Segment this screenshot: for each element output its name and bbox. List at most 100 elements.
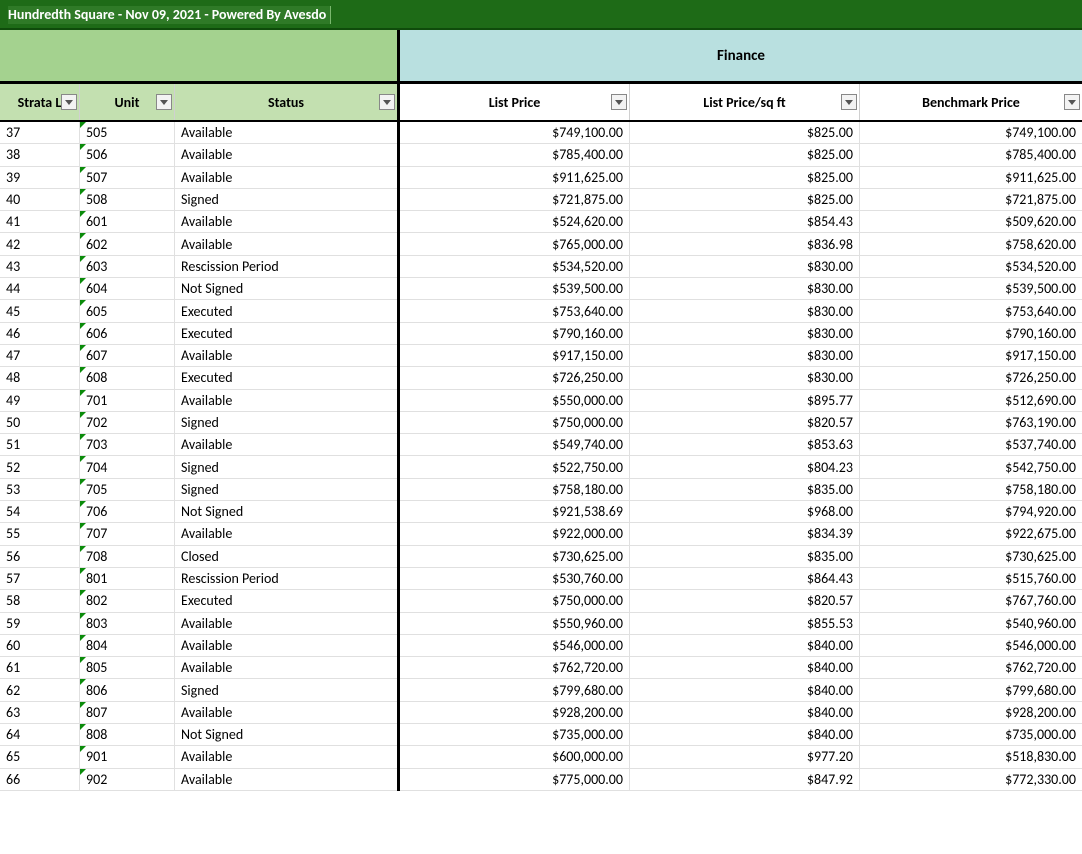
cell-list-price[interactable]: $749,100.00 [400, 122, 630, 144]
cell-strata[interactable]: 66 [0, 769, 80, 791]
cell-list-price[interactable]: $524,620.00 [400, 211, 630, 233]
cell-benchmark-price[interactable]: $799,680.00 [860, 679, 1082, 701]
cell-strata[interactable]: 47 [0, 345, 80, 367]
cell-list-price[interactable]: $775,000.00 [400, 769, 630, 791]
table-row[interactable]: $799,680.00$840.00$799,680.00 [400, 679, 1082, 701]
cell-benchmark-price[interactable]: $509,620.00 [860, 211, 1082, 233]
table-row[interactable]: $928,200.00$840.00$928,200.00 [400, 702, 1082, 724]
cell-benchmark-price[interactable]: $515,760.00 [860, 568, 1082, 590]
cell-status[interactable]: Available [175, 167, 397, 189]
table-row[interactable]: $726,250.00$830.00$726,250.00 [400, 367, 1082, 389]
cell-status[interactable]: Available [175, 122, 397, 144]
cell-unit[interactable]: 707 [80, 523, 175, 545]
cell-benchmark-price[interactable]: $758,620.00 [860, 233, 1082, 255]
cell-benchmark-price[interactable]: $794,920.00 [860, 501, 1082, 523]
cell-list-price-sqft[interactable]: $977.20 [630, 746, 860, 768]
cell-list-price-sqft[interactable]: $830.00 [630, 367, 860, 389]
cell-list-price-sqft[interactable]: $847.92 [630, 769, 860, 791]
cell-benchmark-price[interactable]: $749,100.00 [860, 122, 1082, 144]
table-row[interactable]: 52704Signed [0, 456, 397, 478]
table-row[interactable]: $730,625.00$835.00$730,625.00 [400, 546, 1082, 568]
table-row[interactable]: $775,000.00$847.92$772,330.00 [400, 769, 1082, 791]
filter-button-status[interactable] [379, 94, 395, 110]
table-row[interactable]: 41601Available [0, 211, 397, 233]
table-row[interactable]: 37505Available [0, 122, 397, 144]
cell-list-price[interactable]: $721,875.00 [400, 189, 630, 211]
table-row[interactable]: $539,500.00$830.00$539,500.00 [400, 278, 1082, 300]
cell-benchmark-price[interactable]: $512,690.00 [860, 390, 1082, 412]
cell-list-price-sqft[interactable]: $840.00 [630, 702, 860, 724]
cell-strata[interactable]: 40 [0, 189, 80, 211]
cell-unit[interactable]: 507 [80, 167, 175, 189]
cell-strata[interactable]: 48 [0, 367, 80, 389]
table-row[interactable]: 64808Not Signed [0, 724, 397, 746]
cell-unit[interactable]: 601 [80, 211, 175, 233]
cell-list-price-sqft[interactable]: $840.00 [630, 679, 860, 701]
cell-list-price-sqft[interactable]: $825.00 [630, 167, 860, 189]
cell-list-price[interactable]: $549,740.00 [400, 434, 630, 456]
cell-benchmark-price[interactable]: $534,520.00 [860, 256, 1082, 278]
cell-unit[interactable]: 607 [80, 345, 175, 367]
cell-status[interactable]: Available [175, 702, 397, 724]
table-row[interactable]: 55707Available [0, 523, 397, 545]
table-row[interactable]: 39507Available [0, 167, 397, 189]
cell-list-price[interactable]: $921,538.69 [400, 501, 630, 523]
cell-strata[interactable]: 46 [0, 323, 80, 345]
cell-benchmark-price[interactable]: $767,760.00 [860, 590, 1082, 612]
table-row[interactable]: 48608Executed [0, 367, 397, 389]
cell-list-price[interactable]: $750,000.00 [400, 590, 630, 612]
cell-list-price[interactable]: $522,750.00 [400, 456, 630, 478]
cell-unit[interactable]: 604 [80, 278, 175, 300]
table-row[interactable]: $917,150.00$830.00$917,150.00 [400, 345, 1082, 367]
cell-benchmark-price[interactable]: $928,200.00 [860, 702, 1082, 724]
cell-benchmark-price[interactable]: $922,675.00 [860, 523, 1082, 545]
filter-button-strata[interactable] [61, 94, 77, 110]
cell-list-price[interactable]: $917,150.00 [400, 345, 630, 367]
cell-list-price[interactable]: $530,760.00 [400, 568, 630, 590]
table-row[interactable]: $750,000.00$820.57$763,190.00 [400, 412, 1082, 434]
cell-unit[interactable]: 705 [80, 479, 175, 501]
cell-strata[interactable]: 41 [0, 211, 80, 233]
cell-list-price[interactable]: $600,000.00 [400, 746, 630, 768]
cell-list-price-sqft[interactable]: $854.43 [630, 211, 860, 233]
table-row[interactable]: 58802Executed [0, 590, 397, 612]
cell-status[interactable]: Not Signed [175, 278, 397, 300]
cell-unit[interactable]: 508 [80, 189, 175, 211]
cell-status[interactable]: Available [175, 345, 397, 367]
filter-button-list-price-sqft[interactable] [841, 94, 857, 110]
table-row[interactable]: $549,740.00$853.63$537,740.00 [400, 434, 1082, 456]
cell-list-price-sqft[interactable]: $820.57 [630, 590, 860, 612]
table-row[interactable]: $749,100.00$825.00$749,100.00 [400, 122, 1082, 144]
table-row[interactable]: 66902Available [0, 769, 397, 791]
cell-list-price[interactable]: $726,250.00 [400, 367, 630, 389]
cell-list-price-sqft[interactable]: $840.00 [630, 657, 860, 679]
cell-strata[interactable]: 39 [0, 167, 80, 189]
cell-strata[interactable]: 63 [0, 702, 80, 724]
cell-unit[interactable]: 802 [80, 590, 175, 612]
cell-list-price-sqft[interactable]: $835.00 [630, 479, 860, 501]
cell-benchmark-price[interactable]: $790,160.00 [860, 323, 1082, 345]
cell-strata[interactable]: 49 [0, 390, 80, 412]
cell-list-price[interactable]: $534,520.00 [400, 256, 630, 278]
cell-list-price[interactable]: $785,400.00 [400, 144, 630, 166]
table-row[interactable]: 61805Available [0, 657, 397, 679]
cell-strata[interactable]: 59 [0, 613, 80, 635]
cell-list-price-sqft[interactable]: $820.57 [630, 412, 860, 434]
cell-unit[interactable]: 505 [80, 122, 175, 144]
cell-list-price[interactable]: $765,000.00 [400, 233, 630, 255]
cell-status[interactable]: Available [175, 613, 397, 635]
cell-list-price-sqft[interactable]: $825.00 [630, 122, 860, 144]
cell-strata[interactable]: 62 [0, 679, 80, 701]
cell-list-price-sqft[interactable]: $853.63 [630, 434, 860, 456]
cell-strata[interactable]: 60 [0, 635, 80, 657]
table-row[interactable]: 49701Available [0, 390, 397, 412]
table-row[interactable]: $534,520.00$830.00$534,520.00 [400, 256, 1082, 278]
table-row[interactable]: $921,538.69$968.00$794,920.00 [400, 501, 1082, 523]
cell-benchmark-price[interactable]: $730,625.00 [860, 546, 1082, 568]
cell-unit[interactable]: 805 [80, 657, 175, 679]
cell-status[interactable]: Rescission Period [175, 256, 397, 278]
table-row[interactable]: 57801Rescission Period [0, 568, 397, 590]
cell-benchmark-price[interactable]: $763,190.00 [860, 412, 1082, 434]
cell-status[interactable]: Available [175, 769, 397, 791]
cell-list-price[interactable]: $799,680.00 [400, 679, 630, 701]
